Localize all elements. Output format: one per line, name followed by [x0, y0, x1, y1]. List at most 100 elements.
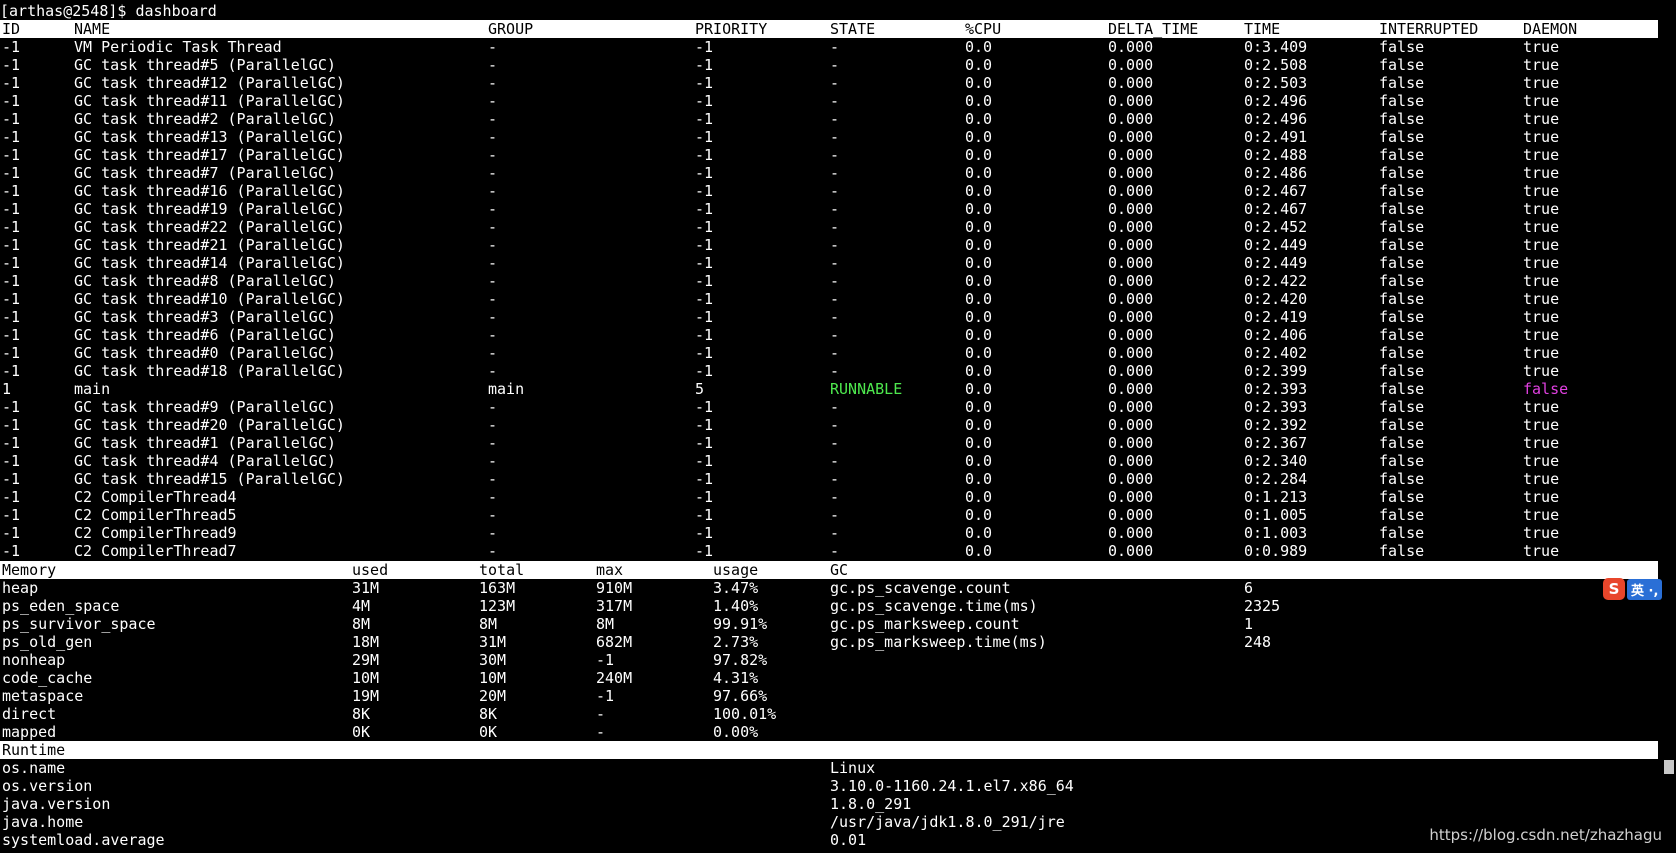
thread-daemon: true	[1523, 362, 1560, 380]
thread-id: -1	[2, 344, 21, 362]
thread-id: -1	[2, 434, 21, 452]
thread-delta-time: 0.000	[1108, 218, 1154, 236]
thread-id: -1	[2, 128, 21, 146]
table-row: java.version 1.8.0_291	[0, 795, 1658, 813]
ime-toolbar[interactable]: S 英 ·,	[1603, 577, 1663, 601]
thread-cpu: 0.0	[965, 452, 993, 470]
thread-delta-time: 0.000	[1108, 524, 1154, 542]
thread-time: 0:2.284	[1244, 470, 1308, 488]
table-row: 1 main main 5 RUNNABLE 0.0 0.000 0:2.393 false fa…	[0, 380, 1658, 398]
thread-group: -	[488, 218, 498, 236]
thread-time: 0:2.393	[1244, 380, 1308, 398]
terminal-scrollbar[interactable]	[1660, 0, 1676, 853]
thread-interrupted: false	[1379, 164, 1425, 182]
thread-daemon: true	[1523, 488, 1560, 506]
thread-name: GC task thread#17 (ParallelGC)	[74, 146, 345, 164]
thread-id: -1	[2, 146, 21, 164]
memory-total: 30M	[479, 651, 507, 669]
thread-priority: -1	[695, 254, 714, 272]
thread-cpu: 0.0	[965, 272, 993, 290]
thread-state: -	[830, 434, 840, 452]
thread-delta-time: 0.000	[1108, 110, 1154, 128]
thread-interrupted: false	[1379, 488, 1425, 506]
thread-time: 0:2.449	[1244, 254, 1308, 272]
thread-group: -	[488, 200, 498, 218]
thread-name: GC task thread#13 (ParallelGC)	[74, 128, 345, 146]
memory-max: 910M	[596, 579, 633, 597]
memory-usage: 4.31%	[713, 669, 759, 687]
thread-group: -	[488, 128, 498, 146]
thread-group: -	[488, 452, 498, 470]
table-row: -1 GC task thread#12 (ParallelGC) - -1-0.0 0…	[0, 74, 1658, 92]
memory-max: -	[596, 723, 606, 741]
column-header-max: max	[596, 561, 624, 579]
thread-time: 0:1.005	[1244, 506, 1308, 524]
thread-daemon: true	[1523, 92, 1560, 110]
memory-max: 8M	[596, 615, 615, 633]
memory-usage: 1.40%	[713, 597, 759, 615]
thread-interrupted: false	[1379, 398, 1425, 416]
thread-cpu: 0.0	[965, 542, 993, 560]
table-row: -1 GC task thread#1 (ParallelGC) - -1 - 0.0 0.…	[0, 434, 1658, 452]
memory-max: -1	[596, 651, 615, 669]
ime-language-indicator[interactable]: 英 ·,	[1627, 578, 1663, 600]
thread-state: -	[830, 110, 840, 128]
thread-name: GC task thread#9 (ParallelGC)	[74, 398, 336, 416]
thread-id: -1	[2, 38, 21, 56]
thread-priority: -1	[695, 506, 714, 524]
memory-usage: 97.66%	[713, 687, 768, 705]
thread-time: 0:2.496	[1244, 110, 1308, 128]
thread-name: GC task thread#4 (ParallelGC)	[74, 452, 336, 470]
runtime-key: java.version	[2, 795, 111, 813]
thread-daemon: true	[1523, 470, 1560, 488]
memory-usage: 99.91%	[713, 615, 768, 633]
thread-interrupted: false	[1379, 308, 1425, 326]
memory-total: 163M	[479, 579, 516, 597]
thread-interrupted: false	[1379, 200, 1425, 218]
thread-time: 0:2.491	[1244, 128, 1308, 146]
thread-time: 0:2.422	[1244, 272, 1308, 290]
thread-state: -	[830, 542, 840, 560]
thread-id: -1	[2, 74, 21, 92]
thread-daemon: true	[1523, 182, 1560, 200]
column-header-usage: usage	[713, 561, 759, 579]
thread-priority: -1	[695, 110, 714, 128]
thread-priority: -1	[695, 308, 714, 326]
gc-metric-value: 2325	[1244, 597, 1281, 615]
column-header-total: total	[479, 561, 525, 579]
thread-name: GC task thread#5 (ParallelGC)	[74, 56, 336, 74]
thread-state: -	[830, 326, 840, 344]
thread-daemon: true	[1523, 452, 1560, 470]
thread-id: -1	[2, 182, 21, 200]
memory-name: metaspace	[2, 687, 84, 705]
table-row: -1 GC task thread#21 (ParallelGC) - -1-0.0 0…	[0, 236, 1658, 254]
thread-cpu: 0.0	[965, 434, 993, 452]
thread-cpu: 0.0	[965, 38, 993, 56]
gc-metric-value: 1	[1244, 615, 1254, 633]
thread-interrupted: false	[1379, 218, 1425, 236]
thread-daemon: true	[1523, 344, 1560, 362]
thread-delta-time: 0.000	[1108, 146, 1154, 164]
thread-state: -	[830, 308, 840, 326]
thread-cpu: 0.0	[965, 128, 993, 146]
thread-state: -	[830, 164, 840, 182]
thread-daemon: true	[1523, 398, 1560, 416]
thread-state: -	[830, 38, 840, 56]
thread-cpu: 0.0	[965, 92, 993, 110]
thread-time: 0:2.392	[1244, 416, 1308, 434]
scrollbar-thumb[interactable]	[1664, 760, 1674, 774]
thread-name: GC task thread#19 (ParallelGC)	[74, 200, 345, 218]
table-row: -1 GC task thread#7 (ParallelGC) - -1 - 0.0 0.…	[0, 164, 1658, 182]
thread-id: -1	[2, 92, 21, 110]
sogou-ime-icon[interactable]: S	[1603, 578, 1625, 600]
table-row: -1 C2 CompilerThread5 - -1 - 0.0 0.000 0:1.005 f…	[0, 506, 1658, 524]
thread-priority: -1	[695, 146, 714, 164]
thread-interrupted: false	[1379, 146, 1425, 164]
column-header-used: used	[352, 561, 389, 579]
memory-total: 0K	[479, 723, 498, 741]
thread-state: -	[830, 506, 840, 524]
thread-group: -	[488, 434, 498, 452]
table-row: -1 C2 CompilerThread4 - -1 - 0.0 0.000 0:1.213 f…	[0, 488, 1658, 506]
thread-priority: -1	[695, 236, 714, 254]
thread-state: -	[830, 236, 840, 254]
